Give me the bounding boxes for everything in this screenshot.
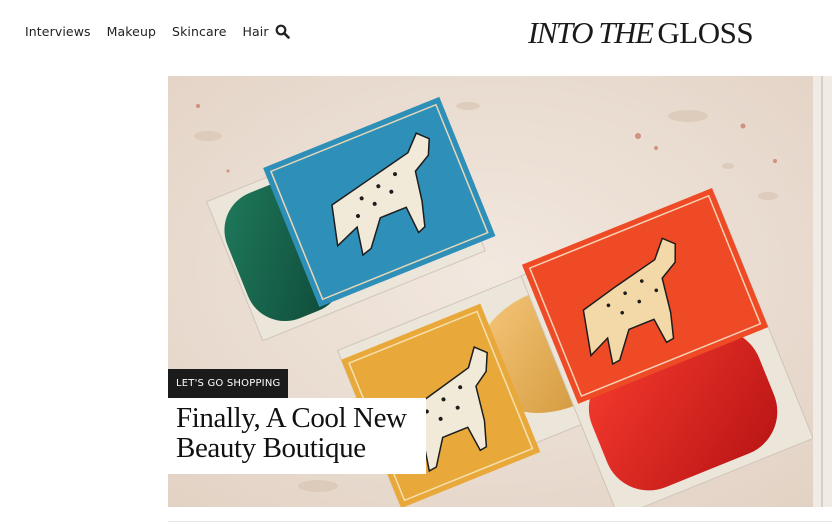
nav-link-makeup[interactable]: Makeup: [107, 24, 156, 39]
primary-nav: Interviews Makeup Skincare Hair: [25, 24, 285, 39]
category-badge[interactable]: LET'S GO SHOPPING: [168, 369, 289, 398]
nav-link-interviews[interactable]: Interviews: [25, 24, 91, 39]
adjacent-slide-edge: [813, 76, 832, 507]
nav-link-hair[interactable]: Hair: [243, 24, 269, 39]
feature-title-card[interactable]: Finally, A Cool New Beauty Boutique: [168, 398, 426, 474]
feature-title[interactable]: Finally, A Cool New Beauty Boutique: [176, 403, 426, 463]
top-navigation: Interviews Makeup Skincare Hair INTO THE…: [0, 0, 832, 64]
search-icon[interactable]: [275, 24, 290, 39]
nav-link-skincare[interactable]: Skincare: [172, 24, 226, 39]
divider: [168, 521, 832, 522]
logo-plain-text: GLOSS: [657, 15, 754, 50]
site-logo[interactable]: INTO THE GLOSS: [528, 15, 754, 50]
logo-italic-text: INTO THE: [528, 15, 654, 50]
